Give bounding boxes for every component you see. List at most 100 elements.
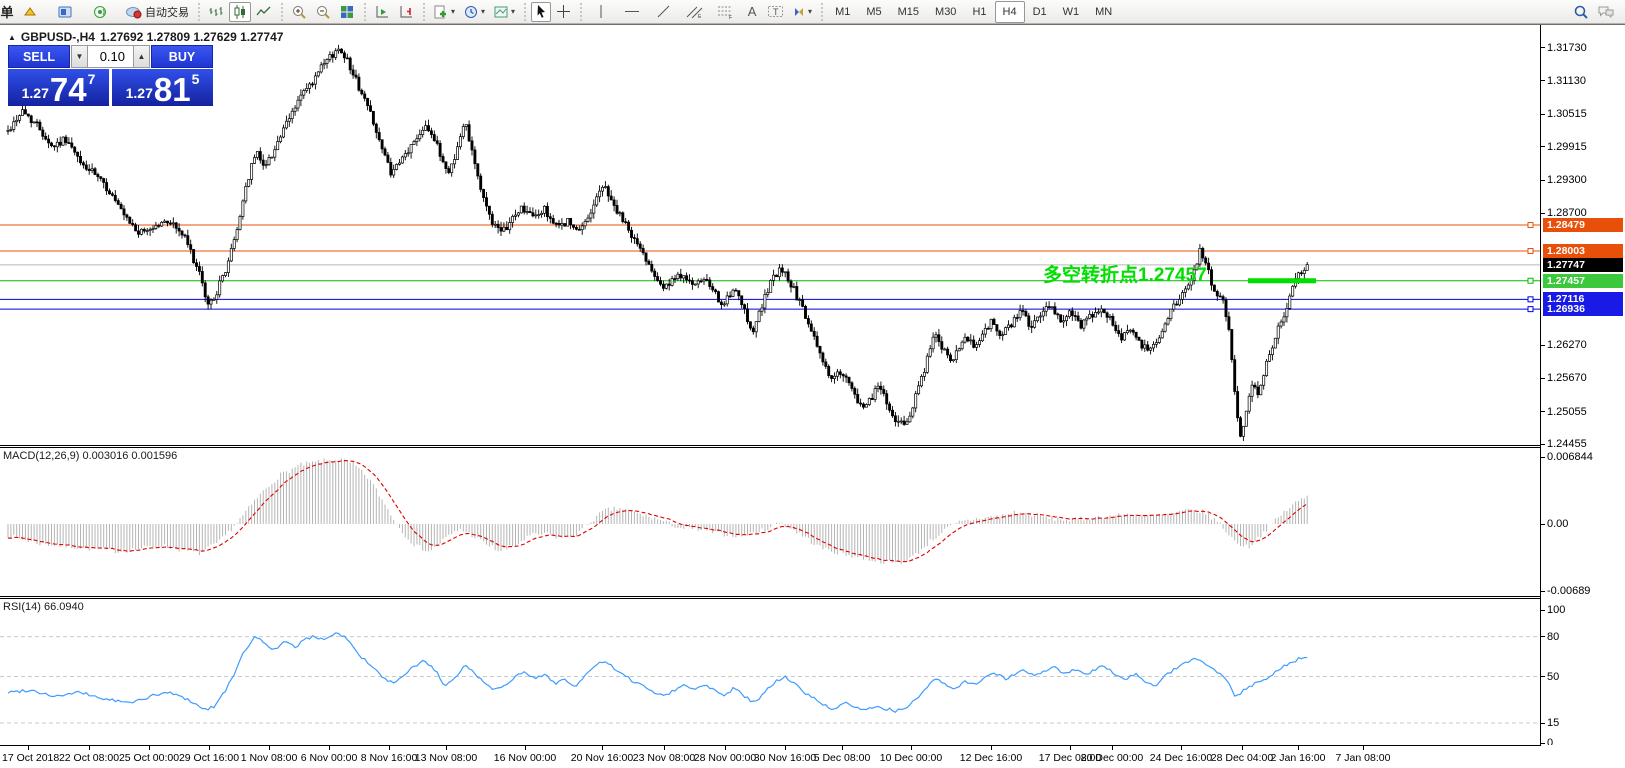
time-tick bbox=[664, 746, 665, 750]
buy-price-prefix: 1.27 bbox=[126, 85, 153, 101]
candlestick-mode-icon[interactable] bbox=[229, 2, 251, 22]
toolbar: 单 自动交易 bbox=[0, 0, 1625, 24]
volume-increase-button[interactable]: ▲ bbox=[133, 45, 150, 68]
zoom-in-icon[interactable] bbox=[288, 2, 310, 22]
buy-price-button[interactable]: 1.27 81 5 bbox=[112, 69, 213, 106]
buy-button[interactable]: BUY bbox=[151, 45, 213, 68]
line-chart-mode-icon[interactable] bbox=[253, 2, 275, 22]
axis-tick: 1.29300 bbox=[1541, 174, 1587, 187]
line-endpoint-marker bbox=[1528, 297, 1533, 302]
sell-price-pipette: 7 bbox=[88, 71, 96, 87]
text-label-tool-icon[interactable]: T bbox=[764, 2, 787, 22]
axis-tick: 15 bbox=[1541, 717, 1559, 730]
axis-tick: 1.30515 bbox=[1541, 108, 1587, 121]
text-tool-icon[interactable]: A bbox=[742, 2, 762, 22]
fibonacci-tool-icon[interactable]: F bbox=[714, 2, 737, 22]
time-label: 22 Oct 08:00 bbox=[59, 752, 119, 764]
periods-icon[interactable] bbox=[460, 2, 488, 22]
time-tick bbox=[269, 746, 270, 750]
axis-tick: 50 bbox=[1541, 670, 1559, 683]
volume-input[interactable] bbox=[88, 45, 133, 68]
price-axis[interactable]: 1.317301.311301.305151.299151.293001.287… bbox=[1541, 25, 1625, 746]
time-tick bbox=[329, 746, 330, 750]
time-axis[interactable]: 17 Oct 201822 Oct 08:0025 Oct 00:0029 Oc… bbox=[0, 745, 1625, 768]
time-label: 28 Nov 00:00 bbox=[694, 752, 756, 764]
pivot-annotation-text: 多空转折点1.27457 bbox=[1043, 260, 1207, 287]
timeframe-button-mn[interactable]: MN bbox=[1087, 1, 1120, 23]
signals-icon[interactable] bbox=[89, 2, 111, 22]
templates-icon[interactable] bbox=[490, 2, 518, 22]
sell-label: SELL bbox=[23, 50, 55, 64]
time-tick bbox=[725, 746, 726, 750]
volume-decrease-button[interactable]: ▼ bbox=[71, 45, 88, 68]
axis-tick: 1.25670 bbox=[1541, 372, 1587, 385]
time-tick bbox=[1181, 746, 1182, 750]
time-label: 12 Dec 16:00 bbox=[960, 752, 1022, 764]
time-tick bbox=[602, 746, 603, 750]
zoom-out-icon[interactable] bbox=[312, 2, 334, 22]
time-label: 8 Nov 16:00 bbox=[361, 752, 418, 764]
trendline-tool-icon[interactable] bbox=[653, 2, 674, 22]
indicators-icon[interactable] bbox=[430, 2, 458, 22]
timeframe-button-m1[interactable]: M1 bbox=[827, 1, 858, 23]
pane-separator[interactable] bbox=[0, 445, 1625, 446]
timeframe-button-h1[interactable]: H1 bbox=[964, 1, 994, 23]
bar-chart-mode-icon[interactable] bbox=[205, 2, 227, 22]
toolbar-separator bbox=[522, 3, 527, 21]
symbol-timeframe-text: GBPUSD-,H4 bbox=[21, 30, 95, 44]
auto-trading-button[interactable]: 自动交易 bbox=[122, 2, 192, 22]
time-tick bbox=[89, 746, 90, 750]
axis-tick: 1.31730 bbox=[1541, 41, 1587, 54]
new-order-button[interactable]: 单 bbox=[0, 2, 17, 22]
time-tick bbox=[1112, 746, 1113, 750]
price-chart-canvas[interactable] bbox=[0, 25, 1540, 445]
timeframe-button-m30[interactable]: M30 bbox=[927, 1, 964, 23]
mt4-application: 单 自动交易 bbox=[0, 0, 1625, 768]
vertical-line-tool-icon[interactable] bbox=[591, 2, 611, 22]
time-label: 30 Nov 16:00 bbox=[754, 752, 816, 764]
time-label: 10 Dec 00:00 bbox=[880, 752, 942, 764]
timeframe-button-h4[interactable]: H4 bbox=[995, 1, 1025, 23]
svg-text:E: E bbox=[698, 14, 702, 19]
axis-tick: 1.24455 bbox=[1541, 438, 1587, 451]
macd-pane-canvas[interactable] bbox=[0, 448, 1540, 596]
time-label: 17 Oct 2018 bbox=[2, 752, 59, 764]
timeframe-button-w1[interactable]: W1 bbox=[1055, 1, 1088, 23]
profiles-icon[interactable] bbox=[19, 2, 41, 22]
text-tool-glyph: A bbox=[748, 4, 757, 19]
toolbar-separator bbox=[279, 3, 284, 21]
channel-tool-icon[interactable]: E bbox=[683, 2, 706, 22]
price-line-badge: 1.28003 bbox=[1543, 244, 1623, 258]
search-icon[interactable] bbox=[1570, 2, 1592, 22]
timeframe-button-m15[interactable]: M15 bbox=[890, 1, 927, 23]
pane-separator[interactable] bbox=[0, 596, 1625, 597]
sell-button[interactable]: SELL bbox=[8, 45, 70, 68]
chart-shift-icon[interactable] bbox=[395, 2, 417, 22]
market-watch-icon[interactable] bbox=[54, 2, 76, 22]
timeframe-button-m5[interactable]: M5 bbox=[858, 1, 889, 23]
axis-tick: 1.29915 bbox=[1541, 140, 1587, 153]
buy-price-pipette: 5 bbox=[192, 71, 200, 87]
time-label: 29 Oct 16:00 bbox=[179, 752, 239, 764]
auto-scroll-icon[interactable] bbox=[371, 2, 393, 22]
chat-icon[interactable] bbox=[1594, 2, 1618, 22]
axis-tick: 1.26270 bbox=[1541, 339, 1587, 352]
tile-windows-icon[interactable] bbox=[336, 2, 358, 22]
time-label: 24 Dec 16:00 bbox=[1150, 752, 1212, 764]
crosshair-tool-icon[interactable] bbox=[553, 2, 574, 22]
horizontal-line-tool-icon[interactable] bbox=[621, 2, 643, 22]
sell-price-big: 74 bbox=[50, 76, 87, 104]
rsi-pane-canvas[interactable] bbox=[0, 599, 1540, 745]
time-tick bbox=[209, 746, 210, 750]
macd-signal-line bbox=[8, 461, 1307, 562]
toolbar-separator bbox=[578, 3, 583, 21]
arrows-tool-icon[interactable] bbox=[789, 2, 815, 22]
timeframe-button-d1[interactable]: D1 bbox=[1025, 1, 1055, 23]
axis-tick: 1.25055 bbox=[1541, 405, 1587, 418]
sell-price-button[interactable]: 1.27 74 7 bbox=[8, 69, 109, 106]
collapse-triangle-icon[interactable]: ▲ bbox=[8, 33, 16, 42]
axis-tick: -0.00689 bbox=[1541, 585, 1590, 598]
cursor-tool-icon[interactable] bbox=[531, 2, 551, 22]
axis-tick: 0.00 bbox=[1541, 518, 1568, 531]
time-tick bbox=[911, 746, 912, 750]
